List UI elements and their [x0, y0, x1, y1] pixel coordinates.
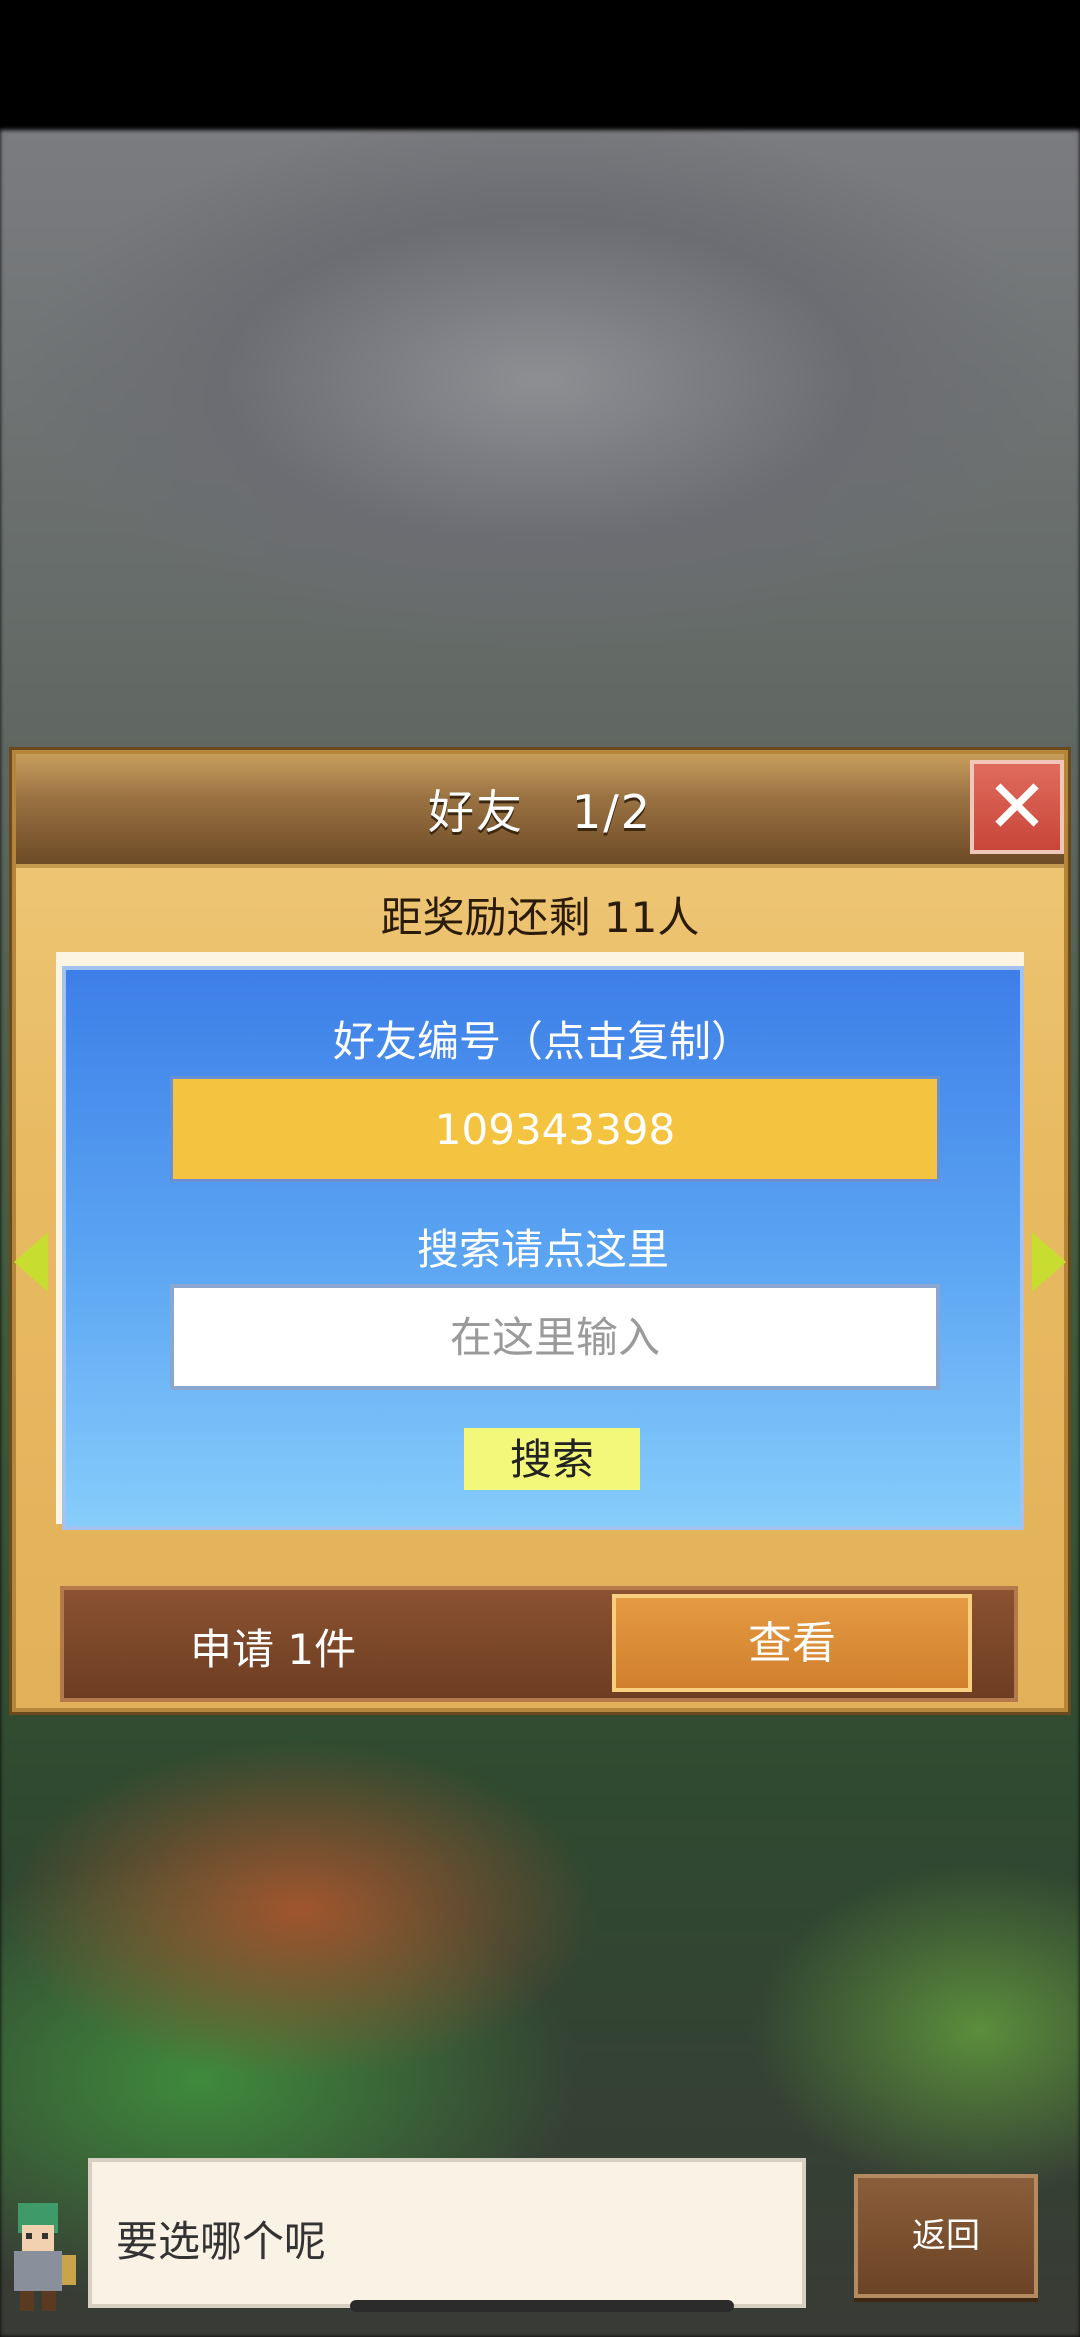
friend-request-bar: 申请 1件 查看 [60, 1586, 1018, 1702]
search-input[interactable] [170, 1284, 940, 1390]
friend-id-label: 好友编号（点击复制） [332, 1017, 753, 1066]
friends-dialog: 好友 1/2 ✕ 距奖励还剩 11人 好友编号（点击复制） 109343398 … [12, 750, 1068, 1712]
chat-bubble: 要选哪个呢 [88, 2158, 806, 2308]
prev-page-arrow-icon[interactable] [14, 1232, 48, 1292]
chat-message: 要选哪个呢 [116, 2217, 327, 2266]
dialog-header: 好友 1/2 ✕ [16, 754, 1064, 868]
character-avatar [14, 2203, 76, 2311]
request-count-text: 申请 1件 [190, 1625, 357, 1674]
close-icon: ✕ [985, 764, 1048, 850]
back-button[interactable]: 返回 [854, 2174, 1038, 2298]
friend-search-panel: 好友编号（点击复制） 109343398 搜索请点这里 搜索 [62, 966, 1024, 1530]
search-label: 搜索请点这里 [416, 1225, 669, 1274]
next-page-arrow-icon[interactable] [1032, 1232, 1066, 1292]
reward-progress-text: 距奖励还剩 11人 [380, 893, 700, 942]
close-button[interactable]: ✕ [970, 760, 1064, 854]
friend-id-copy-box[interactable]: 109343398 [170, 1076, 940, 1182]
status-bar [0, 0, 1080, 130]
search-button[interactable]: 搜索 [464, 1428, 640, 1490]
friend-id-value: 109343398 [434, 1104, 676, 1154]
home-indicator [350, 2300, 734, 2312]
dialog-title: 好友 1/2 [427, 785, 653, 839]
view-requests-button[interactable]: 查看 [612, 1594, 972, 1692]
